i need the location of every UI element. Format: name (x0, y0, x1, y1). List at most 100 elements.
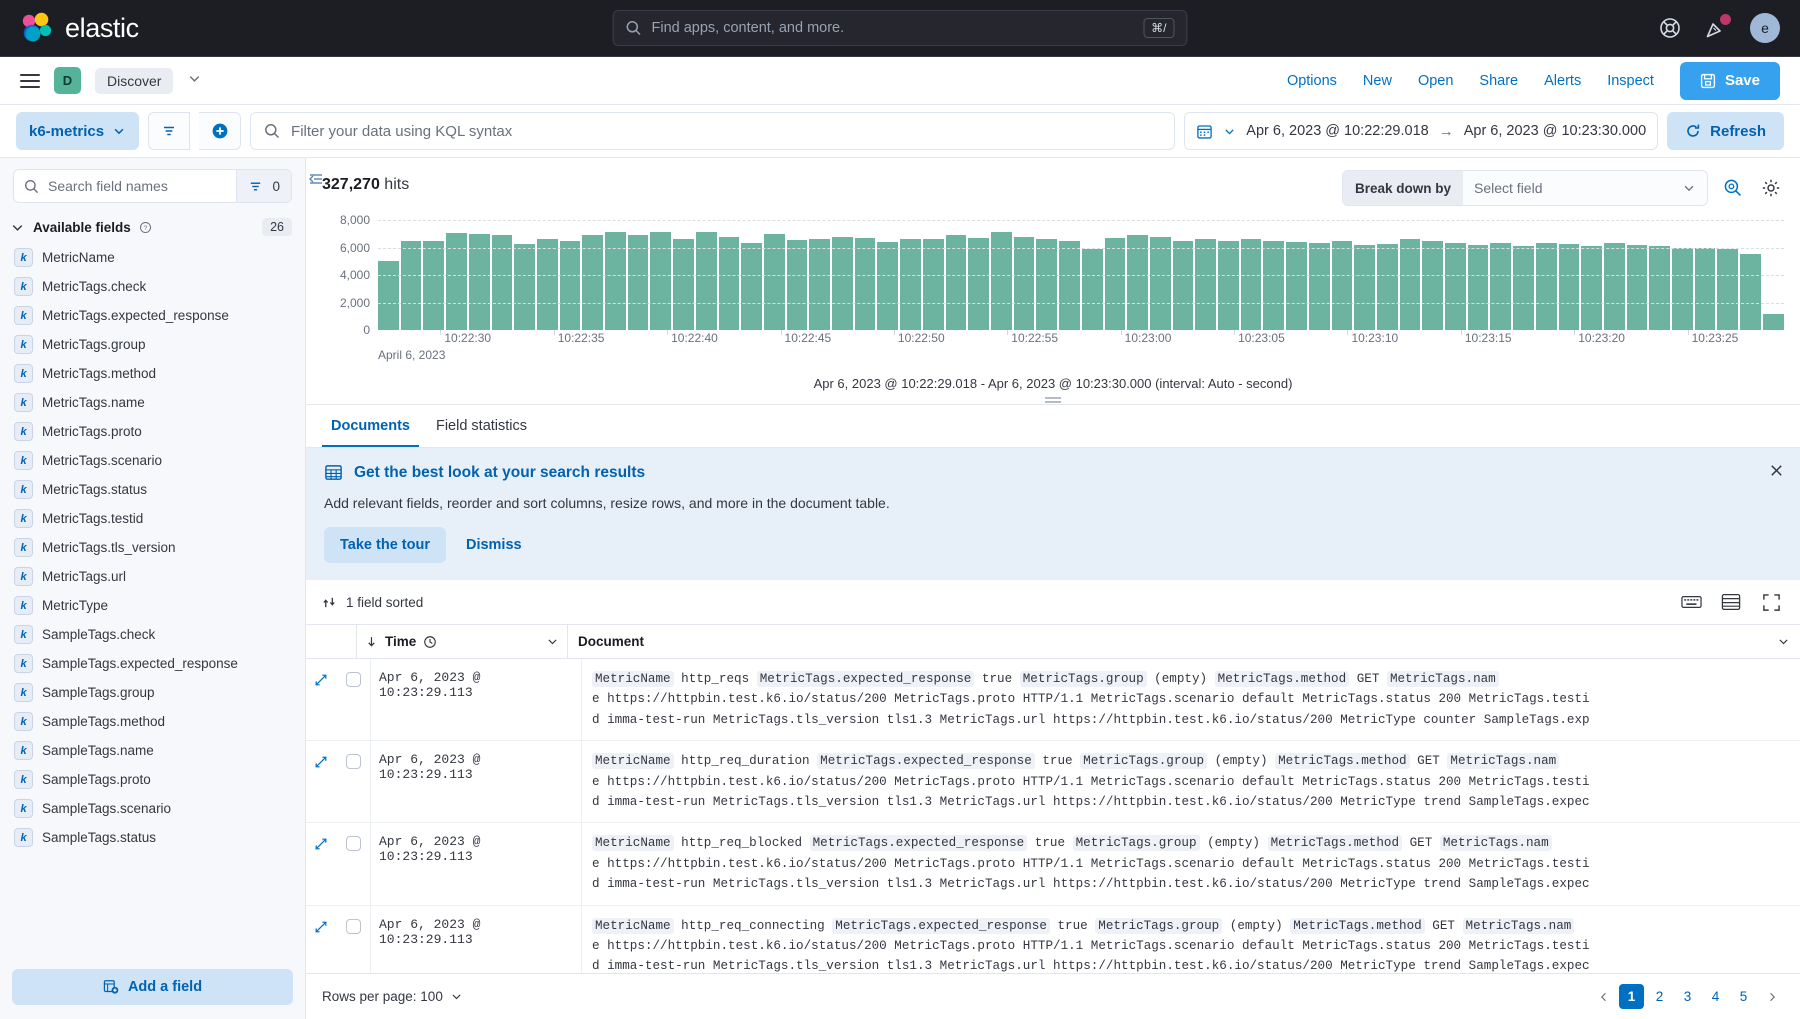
next-page-button[interactable] (1759, 984, 1784, 1009)
histogram-bar[interactable] (605, 231, 626, 330)
histogram-bar[interactable] (922, 239, 944, 330)
histogram-bar[interactable] (1263, 240, 1285, 330)
histogram-bar[interactable] (1308, 243, 1330, 330)
field-item[interactable]: k MetricTags.method (0, 359, 305, 388)
histogram-bar[interactable] (1104, 237, 1126, 330)
histogram-bar[interactable] (491, 235, 513, 330)
previous-page-button[interactable] (1591, 984, 1616, 1009)
sorted-fields-button[interactable]: 1 field sorted (346, 595, 423, 610)
alerts-button[interactable]: Alerts (1544, 73, 1581, 89)
collapse-sidebar-button[interactable] (305, 168, 327, 190)
available-fields-header[interactable]: Available fields ? 26 (0, 211, 305, 243)
row-checkbox[interactable] (345, 918, 361, 934)
histogram-chart[interactable]: 8,000 6,000 4,000 2,000 0 (322, 213, 1784, 337)
open-button[interactable]: Open (1418, 73, 1453, 89)
histogram-bar[interactable] (877, 242, 899, 330)
histogram-bar[interactable] (1513, 246, 1534, 330)
histogram-bar[interactable] (1195, 239, 1217, 330)
menu-toggle-icon[interactable] (20, 73, 40, 88)
field-list[interactable]: k MetricName k MetricTags.check k MetricTags.… (0, 243, 305, 959)
histogram-bar[interactable] (1172, 240, 1194, 330)
edit-visualization-button[interactable] (1720, 175, 1746, 201)
field-item[interactable]: k MetricTags.url (0, 562, 305, 591)
histogram-bar[interactable] (990, 231, 1012, 330)
histogram-bar[interactable] (1127, 235, 1148, 330)
histogram-bar[interactable] (718, 237, 740, 330)
dismiss-button[interactable]: Dismiss (460, 537, 528, 553)
histogram-bar[interactable] (1603, 243, 1625, 330)
histogram-bar[interactable] (1422, 241, 1444, 330)
sort-icon[interactable] (322, 595, 337, 610)
help-icon[interactable] (1658, 16, 1682, 40)
field-item[interactable]: k SampleTags.scenario (0, 794, 305, 823)
histogram-bar[interactable] (900, 238, 921, 330)
table-row[interactable]: Apr 6, 2023 @ 10:23:29.113 MetricName htt… (306, 741, 1800, 824)
keyboard-shortcuts-icon[interactable] (1678, 589, 1704, 615)
histogram-bar[interactable] (1581, 246, 1602, 330)
histogram-bar[interactable] (1535, 242, 1557, 330)
field-item[interactable]: k MetricTags.name (0, 388, 305, 417)
breakdown-control[interactable]: Break down by Select field (1341, 170, 1708, 206)
expand-row-button[interactable] (306, 659, 336, 740)
global-search-input[interactable]: Find apps, content, and more. ⌘/ (612, 10, 1188, 46)
refresh-button[interactable]: Refresh (1667, 112, 1784, 150)
page-button[interactable]: 3 (1675, 984, 1700, 1009)
histogram-bar[interactable] (423, 241, 445, 330)
field-item[interactable]: k SampleTags.status (0, 823, 305, 852)
document-column-menu-icon[interactable] (1777, 635, 1790, 648)
histogram-bar[interactable] (1149, 237, 1171, 330)
table-row[interactable]: Apr 6, 2023 @ 10:23:29.113 MetricName htt… (306, 823, 1800, 906)
histogram-bar[interactable] (1490, 243, 1512, 330)
histogram-bar[interactable] (832, 237, 853, 330)
document-column-header[interactable]: Document (568, 625, 1800, 658)
close-icon[interactable] (1769, 463, 1784, 483)
date-end[interactable]: Apr 6, 2023 @ 10:23:30.000 (1464, 123, 1646, 139)
field-item[interactable]: k MetricTags.expected_response (0, 301, 305, 330)
tab-field-statistics[interactable]: Field statistics (427, 405, 536, 447)
histogram-bar[interactable] (378, 261, 399, 330)
breadcrumb-chevron-down-icon[interactable] (187, 71, 202, 91)
histogram-bar[interactable] (741, 243, 762, 330)
histogram-bar[interactable] (1649, 246, 1671, 330)
data-view-selector[interactable]: k6-metrics (16, 112, 140, 150)
table-row[interactable]: Apr 6, 2023 @ 10:23:29.113 MetricName htt… (306, 659, 1800, 742)
row-checkbox[interactable] (345, 836, 361, 852)
panel-resize-handle[interactable] (322, 397, 1784, 404)
page-button[interactable]: 4 (1703, 984, 1728, 1009)
histogram-bar[interactable] (1376, 244, 1398, 330)
field-item[interactable]: k SampleTags.name (0, 736, 305, 765)
chevron-down-icon[interactable] (1223, 125, 1236, 138)
field-search-input[interactable]: Search field names (13, 169, 238, 203)
histogram-bar[interactable] (809, 239, 831, 330)
histogram-bar[interactable] (1762, 313, 1784, 330)
time-column-menu-icon[interactable] (546, 635, 559, 648)
histogram-bar[interactable] (1694, 247, 1716, 330)
histogram-bar[interactable] (1286, 242, 1307, 330)
field-item[interactable]: k SampleTags.expected_response (0, 649, 305, 678)
avatar[interactable]: e (1750, 13, 1780, 43)
tab-documents[interactable]: Documents (322, 405, 419, 447)
date-start[interactable]: Apr 6, 2023 @ 10:22:29.018 (1246, 123, 1428, 139)
histogram-bar[interactable] (627, 235, 649, 330)
display-options-icon[interactable] (1718, 589, 1744, 615)
chart-options-gear-icon[interactable] (1758, 175, 1784, 201)
add-field-button[interactable]: Add a field (12, 969, 293, 1005)
histogram-bar[interactable] (536, 238, 558, 330)
page-button[interactable]: 5 (1731, 984, 1756, 1009)
table-row[interactable]: Apr 6, 2023 @ 10:23:29.113 MetricName htt… (306, 905, 1800, 973)
field-filter-button[interactable]: 0 (237, 169, 292, 203)
row-select-cell[interactable] (336, 659, 370, 740)
elastic-logo[interactable]: elastic (20, 12, 139, 44)
field-item[interactable]: k MetricTags.scenario (0, 446, 305, 475)
histogram-bar[interactable] (1558, 244, 1580, 330)
options-button[interactable]: Options (1287, 73, 1337, 89)
field-item[interactable]: k MetricTags.status (0, 475, 305, 504)
new-button[interactable]: New (1363, 73, 1392, 89)
field-item[interactable]: k SampleTags.check (0, 620, 305, 649)
histogram-bar[interactable] (582, 235, 604, 330)
histogram-bar[interactable] (1036, 239, 1058, 330)
breadcrumb[interactable]: Discover (95, 67, 174, 94)
histogram-bar[interactable] (514, 244, 535, 330)
pagination[interactable]: 12345 (1591, 984, 1784, 1009)
save-button[interactable]: Save (1679, 61, 1780, 100)
